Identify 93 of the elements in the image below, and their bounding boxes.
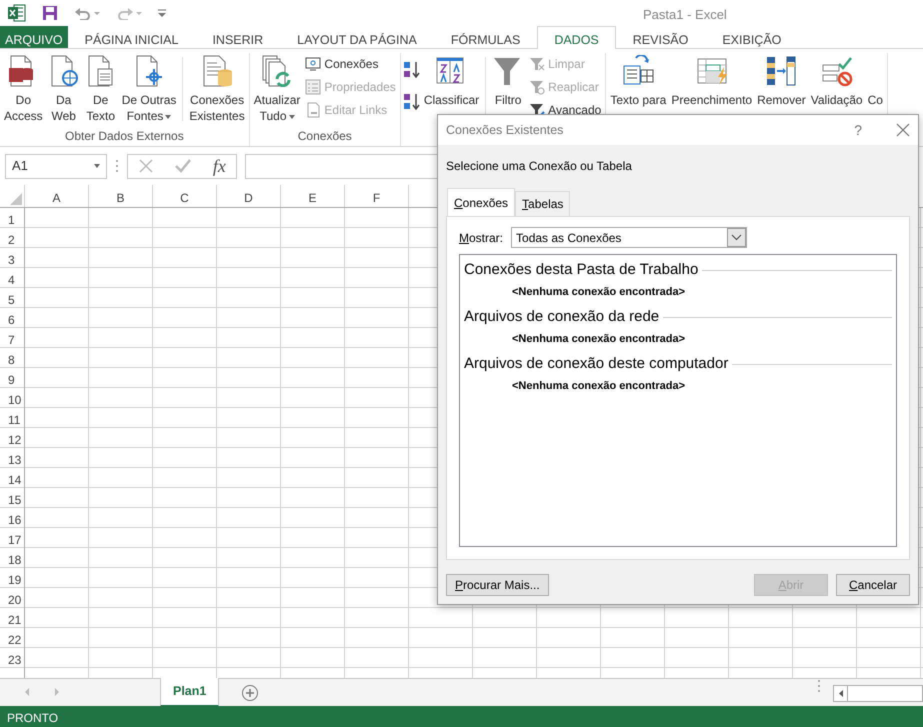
filter-clear-icon [529, 56, 546, 72]
row-header[interactable]: 8 [0, 348, 24, 368]
row-header[interactable]: 21 [0, 608, 24, 628]
properties-icon [305, 79, 322, 95]
row-header[interactable]: 14 [0, 468, 24, 488]
row-header[interactable]: 3 [0, 248, 24, 268]
help-button[interactable]: ? [854, 120, 862, 140]
connections-list[interactable]: Conexões desta Pasta de Trabalho <Nenhuma conexão encontrada> Arquivos de conexão da rede <Nenhuma conexão encontrada> Arquivos de conexão deste computador <Nenhuma conexão encontrada> [459, 254, 897, 547]
filter-refresh-icon [529, 79, 546, 95]
row-header[interactable]: 5 [0, 288, 24, 308]
text-to-columns-icon [622, 55, 654, 87]
monitor-icon [305, 56, 322, 72]
ribbon-tab[interactable]: LAYOUT DA PÁGINA [280, 26, 434, 48]
ribbon-tab[interactable]: DADOS [537, 26, 616, 49]
file-tab[interactable]: ARQUIVO [0, 26, 68, 48]
name-box[interactable]: A1 [5, 154, 107, 178]
window-title: Pasta1 - Excel [643, 6, 727, 24]
save-icon[interactable] [42, 5, 58, 21]
dialog-button[interactable]: Procurar Mais... [446, 574, 549, 596]
corner-triangle-icon [10, 193, 22, 205]
ribbon-button[interactable]: Do Access [2, 53, 45, 127]
ribbon-button[interactable]: De Outras Fontes [120, 53, 178, 127]
dialog-button[interactable]: Cancelar [836, 574, 910, 596]
link-document-icon [305, 102, 322, 118]
ribbon-tab[interactable]: PÁGINA INICIAL [68, 26, 196, 48]
section-heading: Conexões desta Pasta de Trabalho [464, 260, 698, 280]
row-header[interactable]: 13 [0, 448, 24, 468]
ribbon-button[interactable]: Conexões [303, 53, 398, 75]
grip-icon [817, 679, 821, 693]
column-header[interactable]: C [153, 185, 217, 207]
add-sheet-icon[interactable] [241, 684, 260, 702]
row-header[interactable]: 18 [0, 548, 24, 568]
sort-descending-icon[interactable] [402, 93, 421, 111]
row-header[interactable]: 15 [0, 488, 24, 508]
ribbon-button[interactable]: De Texto [82, 53, 119, 127]
column-header[interactable]: D [217, 185, 281, 207]
dialog-title: Conexões Existentes [446, 122, 564, 139]
row-header[interactable]: 10 [0, 388, 24, 408]
ribbon-button[interactable]: Co [866, 53, 885, 127]
show-dropdown[interactable]: Todas as Conexões [511, 227, 748, 248]
group-label: Obter Dados Externos [64, 128, 185, 145]
section-heading: Arquivos de conexão deste computador [464, 354, 728, 374]
row-header[interactable]: 4 [0, 268, 24, 288]
group-label: Conexões [296, 128, 353, 145]
row-header[interactable]: 12 [0, 428, 24, 448]
ribbon-button[interactable]: Atualizar Tudo [252, 53, 302, 127]
spreadsheet-app-icon[interactable] [8, 4, 26, 22]
sheet-tab[interactable]: Plan1 [160, 678, 220, 707]
grip-icon [115, 159, 119, 173]
row-header[interactable]: 1 [0, 208, 24, 228]
row-header[interactable]: 6 [0, 308, 24, 328]
document-database-icon [201, 55, 234, 87]
customize-menu-icon[interactable] [158, 8, 166, 18]
sort-ascending-icon[interactable] [402, 61, 421, 79]
row-header[interactable]: 16 [0, 508, 24, 528]
insert-function-button[interactable]: fx [212, 152, 226, 180]
row-header[interactable]: 9 [0, 368, 24, 388]
row-header[interactable]: 22 [0, 628, 24, 648]
validation-icon [820, 55, 853, 87]
ribbon-button[interactable]: Texto para [608, 53, 668, 127]
dialog-tab[interactable]: Conexões [447, 188, 516, 216]
close-icon[interactable] [896, 123, 910, 137]
undo-icon[interactable] [74, 6, 100, 20]
dialog-tab[interactable]: Tabelas [515, 191, 570, 216]
field-label: Mostrar: [459, 230, 504, 247]
status-text: PRONTO [0, 706, 923, 727]
row-header[interactable]: 19 [0, 568, 24, 588]
ribbon-tab[interactable]: REVISÃO [616, 26, 706, 48]
empty-message: <Nenhuma conexão encontrada> [512, 378, 686, 394]
ribbon-tab[interactable]: EXIBIÇÃO [705, 26, 798, 48]
column-header[interactable]: A [25, 185, 89, 207]
row-header[interactable]: 17 [0, 528, 24, 548]
row-header[interactable]: 20 [0, 588, 24, 608]
dropdown-icon[interactable] [727, 228, 746, 247]
ribbon-button[interactable]: Da Web [46, 53, 82, 127]
row-header[interactable]: 11 [0, 408, 24, 428]
empty-message: <Nenhuma conexão encontrada> [512, 332, 686, 346]
remove-duplicates-icon [765, 55, 798, 87]
column-header[interactable]: F [345, 185, 409, 207]
column-header[interactable]: E [281, 185, 345, 207]
dialog-prompt: Selecione uma Conexão ou Tabela [446, 158, 633, 175]
ribbon-button[interactable]: Conexões Existentes [187, 53, 247, 127]
empty-message: <Nenhuma conexão encontrada> [512, 284, 686, 300]
column-header[interactable]: B [89, 185, 153, 207]
ribbon-tab[interactable]: FÓRMULAS [434, 26, 538, 48]
ribbon-tab[interactable]: INSERIR [195, 26, 280, 48]
row-header[interactable]: 23 [0, 648, 24, 668]
horizontal-scrollbar[interactable] [833, 685, 923, 702]
row-header[interactable]: 7 [0, 328, 24, 348]
refresh-documents-icon [261, 55, 294, 87]
check-icon[interactable] [174, 158, 192, 174]
section-heading: Arquivos de conexão da rede [464, 307, 660, 327]
row-header[interactable]: 2 [0, 228, 24, 248]
